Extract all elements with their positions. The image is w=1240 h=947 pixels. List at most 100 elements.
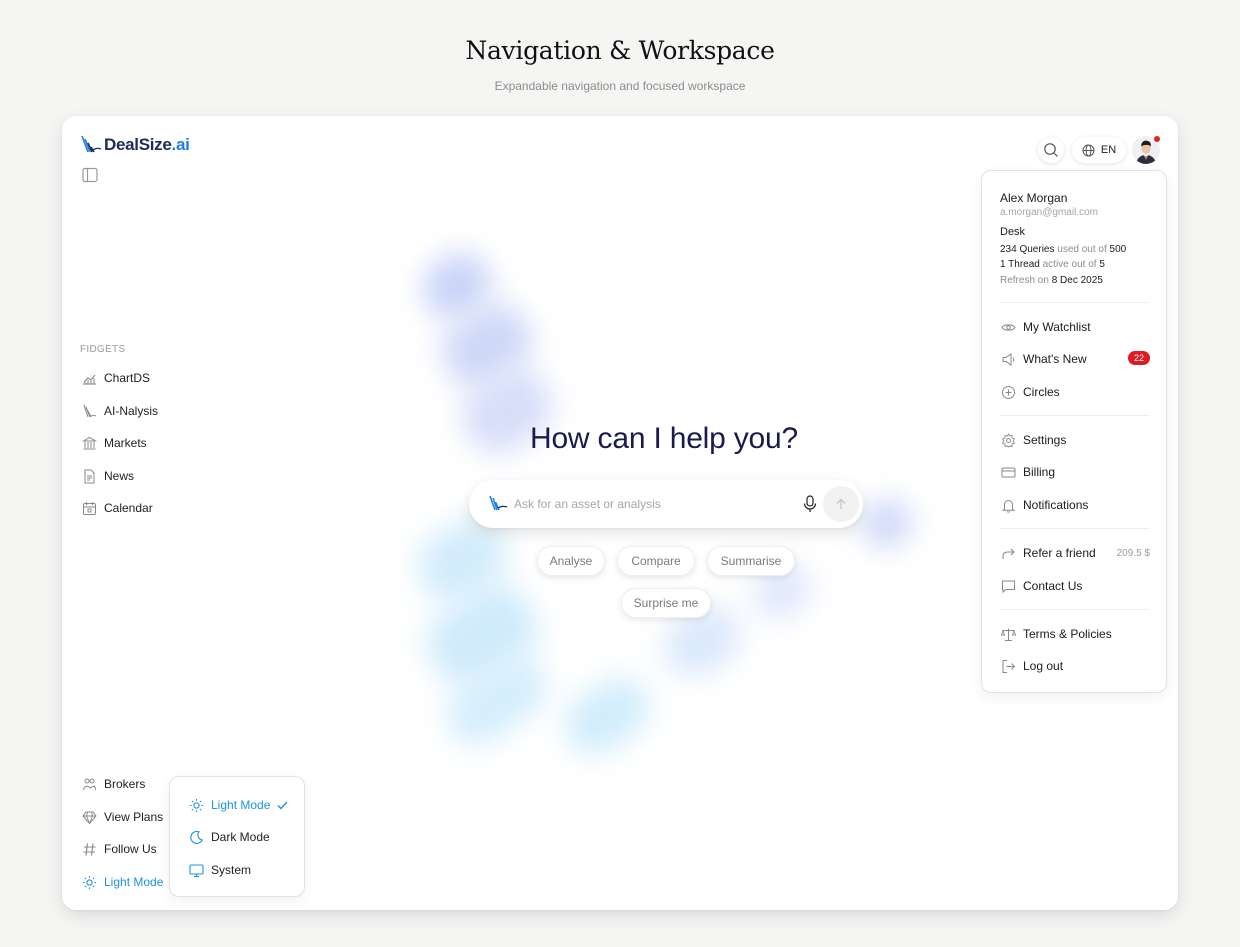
arrow-up-icon — [836, 498, 846, 509]
menu-item-label: Terms & Policies — [1023, 627, 1112, 641]
menu-item-terms-policies[interactable]: Terms & Policies — [1001, 625, 1150, 643]
user-menu: Alex Morgan a.morgan@gmail.com Desk 234 … — [981, 170, 1167, 693]
divider — [1000, 528, 1149, 529]
sidebar-item-label: Brokers — [104, 777, 146, 791]
menu-item-log-out[interactable]: Log out — [1001, 657, 1150, 675]
app-window: DealSize.ai FIDGETS ChartDS AI-Nalysis M… — [62, 116, 1178, 910]
sun-icon — [82, 875, 97, 890]
sidebar-item-label: Light Mode — [104, 875, 164, 889]
theme-option-dark[interactable]: Dark Mode — [189, 828, 270, 846]
sidebar-item-light-mode[interactable]: Light Mode — [82, 872, 163, 892]
user-email: a.morgan@gmail.com — [1000, 207, 1098, 218]
chat-icon — [1001, 579, 1016, 594]
scale-icon — [1001, 627, 1016, 642]
prompt-input[interactable] — [514, 494, 784, 514]
menu-item-label: My Watchlist — [1023, 320, 1091, 334]
referral-amount: 209.5 $ — [1116, 547, 1150, 559]
search-button[interactable] — [1038, 137, 1064, 163]
globe-icon — [1082, 144, 1095, 156]
send-button[interactable] — [823, 486, 859, 522]
brand-name: DealSize — [104, 135, 172, 154]
logo-mark-icon — [489, 495, 508, 511]
divider — [1000, 609, 1149, 610]
chart-icon — [82, 371, 97, 386]
sidebar-section-label: FIDGETS — [80, 344, 126, 355]
language-button[interactable]: EN — [1072, 137, 1126, 163]
menu-item-settings[interactable]: Settings — [1001, 431, 1150, 449]
sidebar-item-label: ChartDS — [104, 371, 151, 385]
sidebar-item-label: Markets — [104, 436, 147, 450]
notification-dot — [1154, 136, 1160, 142]
brand-suffix: .ai — [171, 135, 190, 154]
language-label: EN — [1100, 144, 1117, 156]
theme-option-label: Dark Mode — [211, 830, 270, 844]
gear-icon — [1001, 432, 1016, 448]
sidebar-item-markets[interactable]: Markets — [82, 433, 147, 453]
logo-mark-icon — [81, 135, 102, 153]
menu-item-label: Log out — [1023, 659, 1064, 673]
sidebar-item-view-plans[interactable]: View Plans — [82, 807, 163, 827]
page-subtitle: Expandable navigation and focused worksp… — [494, 79, 746, 93]
bank-icon — [82, 436, 97, 451]
monitor-icon — [189, 863, 204, 878]
sidebar-item-label: Calendar — [104, 501, 153, 515]
sidebar-item-chartds[interactable]: ChartDS — [82, 368, 150, 388]
menu-item-label: Notifications — [1023, 498, 1089, 512]
bell-icon — [1001, 498, 1016, 513]
theme-option-system[interactable]: System — [189, 861, 251, 879]
prompt-box — [469, 480, 863, 528]
sidebar-item-calendar[interactable]: Calendar — [82, 498, 153, 518]
sidebar-item-follow-us[interactable]: Follow Us — [82, 839, 157, 859]
menu-item-label: Circles — [1023, 385, 1060, 399]
chip-summarise[interactable]: Summarise — [707, 546, 795, 576]
sidebar-item-ai-nalysis[interactable]: AI-Nalysis — [82, 401, 158, 421]
menu-item-my-watchlist[interactable]: My Watchlist — [1001, 318, 1150, 336]
card-icon — [1001, 465, 1016, 480]
chip-analyse[interactable]: Analyse — [537, 546, 605, 576]
logout-icon — [1001, 659, 1016, 674]
share-icon — [1001, 546, 1016, 561]
menu-item-label: Contact Us — [1023, 579, 1083, 593]
menu-item-billing[interactable]: Billing — [1001, 463, 1150, 481]
brand-logo[interactable]: DealSize.ai — [80, 134, 190, 156]
chip-surprise-me[interactable]: Surprise me — [621, 588, 711, 618]
sidebar-item-label: AI-Nalysis — [104, 404, 159, 418]
user-plan: Desk — [1000, 226, 1026, 238]
page-title: Navigation & Workspace — [465, 36, 775, 65]
menu-item-circles[interactable]: Circles — [1001, 383, 1150, 401]
theme-menu: Light Mode Dark Mode System — [169, 776, 305, 897]
theme-option-label: Light Mode — [211, 798, 271, 812]
hero-heading: How can I help you? — [529, 422, 799, 455]
new-count-badge: 22 — [1127, 351, 1150, 365]
search-icon — [1044, 143, 1058, 157]
chip-compare[interactable]: Compare — [617, 546, 695, 576]
diamond-icon — [82, 810, 97, 825]
megaphone-icon — [1001, 352, 1016, 367]
calendar-icon — [82, 501, 97, 516]
eye-icon — [1001, 320, 1016, 335]
check-icon — [277, 800, 288, 811]
menu-item-refer-a-friend[interactable]: Refer a friend 209.5 $ — [1001, 544, 1150, 562]
menu-item-label: Refer a friend — [1023, 546, 1096, 560]
sidebar-item-label: Follow Us — [104, 842, 157, 856]
sidebar-item-news[interactable]: News — [82, 466, 134, 486]
user-name: Alex Morgan — [1000, 191, 1068, 205]
sun-icon — [189, 798, 204, 813]
microphone-icon[interactable] — [802, 495, 818, 513]
threads-usage: 1 Thread active out of 5 — [1000, 259, 1105, 270]
theme-option-label: System — [211, 863, 252, 877]
divider — [1000, 302, 1149, 303]
handshake-icon — [82, 777, 97, 792]
moon-icon — [189, 830, 204, 845]
menu-item-contact-us[interactable]: Contact Us — [1001, 577, 1150, 595]
sidebar-toggle-icon[interactable] — [82, 167, 98, 183]
sidebar-item-label: News — [104, 469, 135, 483]
menu-item-label: Billing — [1023, 465, 1056, 479]
sidebar-item-brokers[interactable]: Brokers — [82, 774, 145, 794]
sidebar-item-label: View Plans — [104, 810, 164, 824]
queries-usage: 234 Queries used out of 500 — [1000, 244, 1127, 255]
menu-item-whats-new[interactable]: What's New 22 — [1001, 350, 1150, 368]
theme-option-light[interactable]: Light Mode — [189, 796, 288, 814]
menu-item-notifications[interactable]: Notifications — [1001, 496, 1150, 514]
document-icon — [82, 469, 97, 484]
